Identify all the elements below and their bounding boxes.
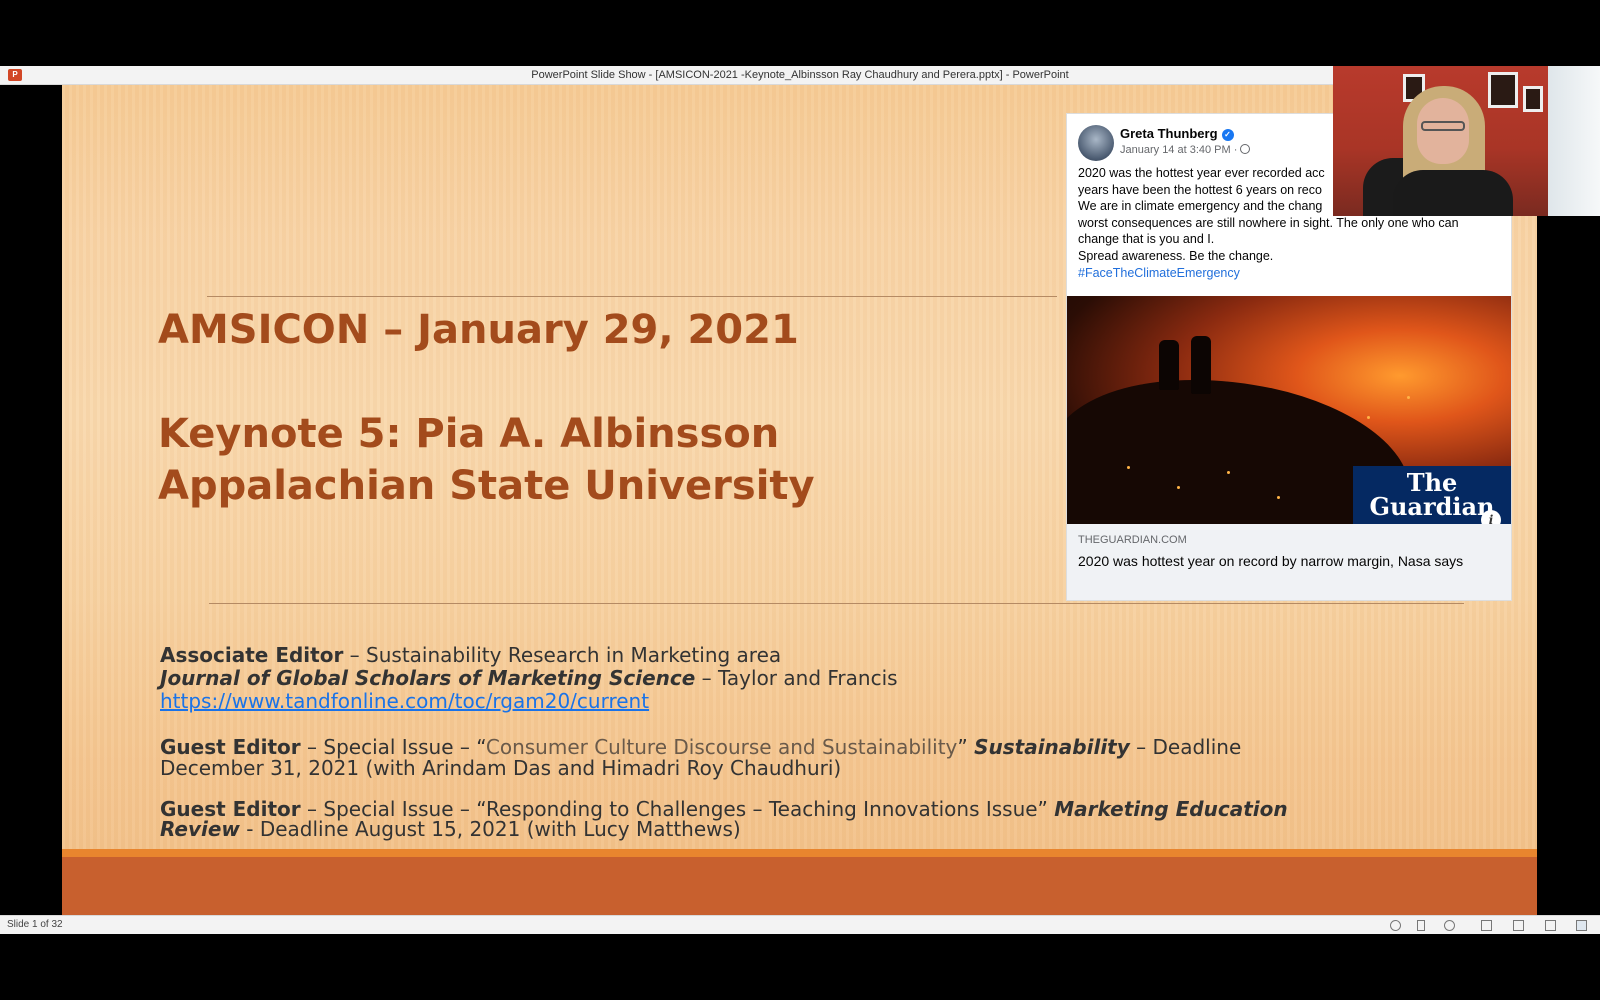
link-preview[interactable]: THEGUARDIAN.COM 2020 was hottest year on… [1067, 524, 1511, 600]
info-icon[interactable]: i [1481, 510, 1501, 524]
assoc-editor-label: Associate Editor [160, 643, 344, 667]
post-timestamp-text: January 14 at 3:40 PM · [1120, 144, 1238, 156]
guest-editor-2-journal-cont: Review [160, 817, 240, 841]
image-ember [1177, 486, 1180, 489]
guest-editor-1-journal: Sustainability [974, 735, 1130, 759]
webcam-video [1333, 66, 1600, 216]
assoc-editor-text: – Sustainability Research in Marketing a… [343, 643, 782, 667]
presenter-glasses [1421, 121, 1465, 131]
image-firefighter [1159, 340, 1179, 390]
window-background [1548, 66, 1600, 216]
post-timestamp: January 14 at 3:40 PM · [1120, 144, 1251, 156]
guest-editor-2-journal: Marketing Education [1054, 797, 1288, 821]
link-domain: THEGUARDIAN.COM [1078, 534, 1187, 546]
presenter-face [1417, 98, 1469, 164]
wall-picture [1523, 86, 1543, 112]
wall-picture [1488, 72, 1518, 108]
reading-view-icon[interactable] [1545, 920, 1556, 931]
guest-editor-1-line2: December 31, 2021 (with Arindam Das and … [160, 756, 842, 780]
image-ember [1277, 496, 1280, 499]
assoc-editor-line: Associate Editor – Sustainability Resear… [160, 645, 781, 666]
window-title: PowerPoint Slide Show - [AMSICON-2021 -K… [531, 69, 1069, 81]
verified-badge-icon: ✓ [1221, 129, 1234, 141]
slide-title-university: Appalachian State University [158, 463, 815, 509]
image-ember [1407, 396, 1410, 399]
guest-editor-1-deadline: – Deadline [1129, 735, 1242, 759]
globe-icon [1240, 144, 1251, 154]
slide-title-keynote: Keynote 5: Pia A. Albinsson [158, 411, 780, 457]
slideshow-icon[interactable] [1576, 920, 1587, 931]
slide-accent-band [62, 857, 1537, 915]
journal-link-line: https://www.tandfonline.com/toc/rgam20/c… [160, 691, 649, 712]
image-firefighter [1191, 336, 1211, 394]
slide-title-event: AMSICON – January 29, 2021 [158, 307, 799, 353]
journal-link[interactable]: https://www.tandfonline.com/toc/rgam20/c… [160, 689, 649, 713]
slide-sorter-icon[interactable] [1513, 920, 1524, 931]
post-image-wildfire[interactable]: The Guardian i [1067, 296, 1511, 524]
slide-counter: Slide 1 of 32 [7, 919, 63, 930]
post-author: Greta Thunberg ✓ [1120, 126, 1234, 141]
guest-editor-1: Guest Editor – Special Issue – “Consumer… [160, 737, 1241, 758]
journal-name: Journal of Global Scholars of Marketing … [160, 666, 696, 690]
post-line: Spread awareness. Be the change. [1078, 248, 1274, 263]
link-headline: 2020 was hottest year on record by narro… [1078, 553, 1464, 569]
bottom-divider [209, 603, 1464, 604]
presenter-body [1393, 170, 1513, 216]
guest-editor-2-line2: Review - Deadline August 15, 2021 (with … [160, 819, 741, 840]
top-divider [207, 296, 1057, 297]
slide-accent-stripe [62, 849, 1537, 857]
image-ember [1227, 471, 1230, 474]
post-line: worst consequences are still nowhere in … [1078, 215, 1459, 230]
powerpoint-icon: P [8, 69, 22, 81]
guest-editor-2-deadline: - Deadline August 15, 2021 (with Lucy Ma… [239, 817, 741, 841]
image-ember [1367, 416, 1370, 419]
status-bar: Slide 1 of 32 [0, 915, 1600, 934]
normal-view-icon[interactable] [1481, 920, 1492, 931]
post-line: change that is you and I. [1078, 232, 1215, 247]
avatar [1078, 125, 1114, 161]
post-hashtag[interactable]: #FaceTheClimateEmergency [1078, 265, 1498, 282]
next-slide-icon[interactable] [1444, 920, 1455, 931]
image-ember [1127, 466, 1130, 469]
journal-line: Journal of Global Scholars of Marketing … [160, 668, 898, 689]
post-author-name: Greta Thunberg [1120, 126, 1218, 141]
guest-editor-1-close: ” [957, 735, 975, 759]
journal-publisher: – Taylor and Francis [695, 666, 898, 690]
previous-slide-icon[interactable] [1390, 920, 1401, 931]
notes-icon[interactable] [1417, 920, 1425, 931]
